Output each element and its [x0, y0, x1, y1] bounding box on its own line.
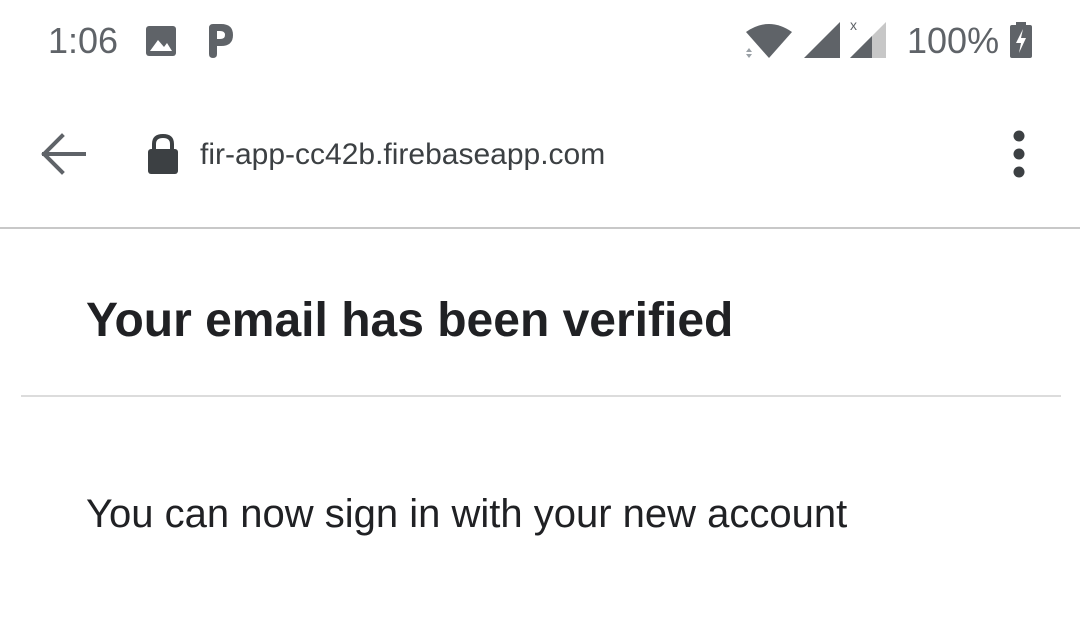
cell-signal-no-data-icon: x	[850, 18, 886, 58]
svg-text:x: x	[850, 18, 857, 33]
page-title: Your email has been verified	[86, 294, 734, 347]
verification-message: You can now sign in with your new accoun…	[86, 492, 848, 536]
content-divider	[21, 395, 1061, 397]
parking-app-icon	[209, 24, 233, 58]
battery-charging-icon	[1010, 22, 1032, 58]
cell-signal-icon	[804, 22, 840, 58]
more-vert-icon	[1013, 130, 1025, 178]
browser-screen: 1:06 x 100% fir-app-cc42b.firebaseapp.co…	[0, 0, 1080, 628]
status-bar: 1:06 x 100%	[0, 0, 1080, 84]
status-time: 1:06	[48, 20, 119, 61]
back-arrow-icon	[41, 133, 86, 175]
more-options-button[interactable]	[996, 126, 1042, 184]
wifi-icon	[746, 24, 792, 58]
image-notification-icon	[146, 26, 176, 56]
battery-percentage: 100%	[907, 20, 1000, 61]
address-bar-url[interactable]: fir-app-cc42b.firebaseapp.com	[200, 135, 605, 175]
back-button[interactable]	[30, 126, 94, 182]
toolbar-divider	[0, 227, 1080, 229]
lock-icon	[148, 134, 178, 174]
